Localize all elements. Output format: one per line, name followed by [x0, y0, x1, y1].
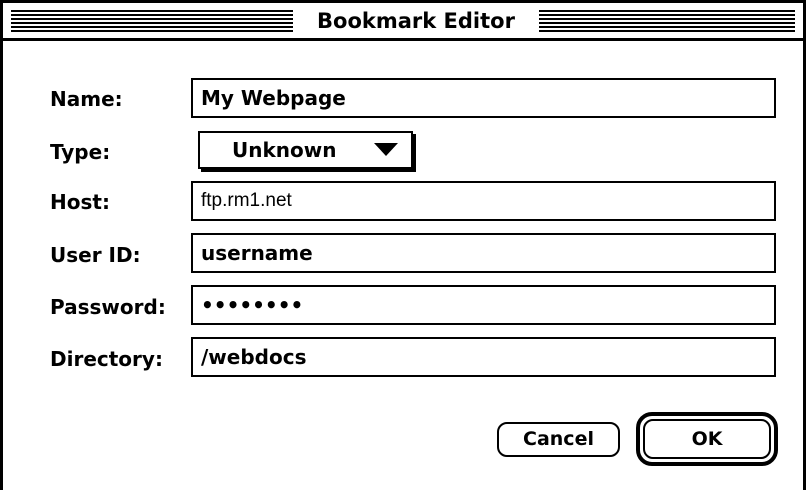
directory-field[interactable]: /webdocs [191, 337, 776, 377]
directory-label: Directory: [50, 347, 163, 371]
type-popup-menu[interactable]: Unknown [198, 131, 413, 169]
title-bar-stripes-left [11, 10, 293, 32]
type-popup-value: Unknown [232, 138, 337, 162]
host-label: Host: [50, 190, 110, 214]
ok-button-label: OK [643, 419, 771, 459]
password-field[interactable]: •••••••• [191, 285, 776, 325]
type-label: Type: [50, 140, 111, 164]
title-bar[interactable]: Bookmark Editor [3, 3, 803, 41]
user-id-label: User ID: [50, 243, 141, 267]
ok-button[interactable]: OK [636, 412, 778, 466]
cancel-button[interactable]: Cancel [497, 422, 620, 457]
user-id-field[interactable]: username [191, 233, 776, 273]
password-label: Password: [50, 295, 166, 319]
name-label: Name: [50, 87, 123, 111]
name-field[interactable]: My Webpage [191, 78, 776, 118]
title-bar-stripes-right [539, 10, 795, 32]
host-field[interactable]: ftp.rm1.net [191, 181, 776, 221]
triangle-down-icon [374, 143, 398, 156]
window-title: Bookmark Editor [293, 8, 539, 34]
